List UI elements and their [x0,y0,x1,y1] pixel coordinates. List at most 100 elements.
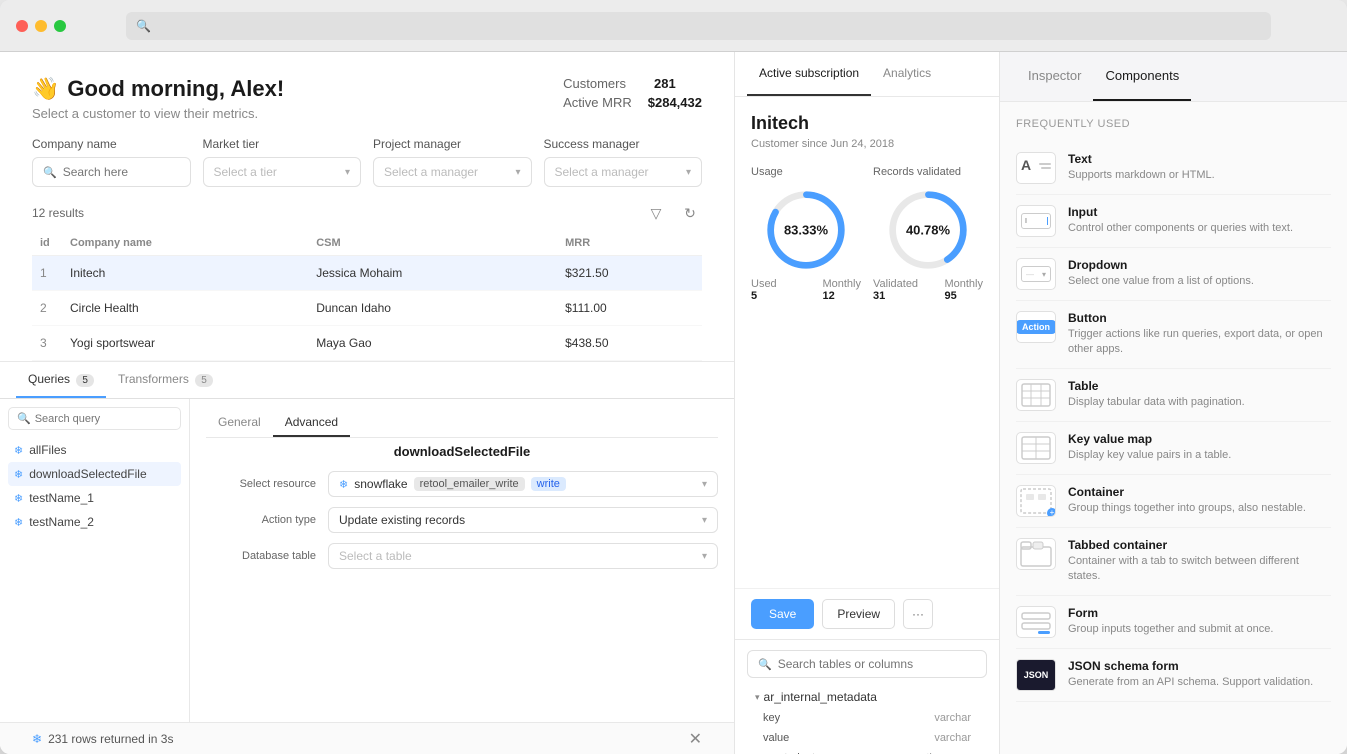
component-item-json[interactable]: JSON JSON schema form Generate from an A… [1016,649,1331,702]
table-row[interactable]: 2 Circle Health Duncan Idaho $111.00 [32,291,702,326]
data-results-header: ❄ 231 rows returned in 3s ✕ [0,723,734,754]
usage-donut: 83.33% [766,190,846,270]
tab-advanced[interactable]: Advanced [273,409,350,437]
editor-tabs: General Advanced [206,409,718,438]
titlebar-search-bar[interactable]: 🔍 [126,12,1271,40]
cell-mrr: $438.50 [557,326,702,361]
stats-block: Customers 281 Active MRR $284,432 [563,76,702,110]
component-item-container[interactable]: + Container Group things together into g… [1016,475,1331,528]
component-desc: Supports markdown or HTML. [1068,168,1331,183]
snowflake-icon: ❄ [14,492,23,505]
monthly-value: 95 [944,290,983,302]
cell-csm: Jessica Mohaim [308,256,557,291]
tabbed-component-info: Tabbed container Container with a tab to… [1068,538,1331,585]
component-name: Text [1068,152,1331,166]
component-desc: Container with a tab to switch between d… [1068,554,1331,585]
company-since: Customer since Jun 24, 2018 [751,138,983,150]
right-halves: Active subscription Analytics Initech Cu… [735,52,1347,754]
tab-inspector[interactable]: Inspector [1016,52,1093,101]
project-manager-select[interactable]: Select a manager ▾ [373,157,532,187]
resource-label: Select resource [206,478,316,490]
query-search-input[interactable] [35,413,172,425]
keyvalue-component-info: Key value map Display key value pairs in… [1068,432,1331,463]
component-item-dropdown[interactable]: — ▾ Dropdown Select one value from a lis… [1016,248,1331,301]
col-type: varchar [934,712,971,724]
component-item-input[interactable]: I Input Control other components or quer… [1016,195,1331,248]
action-type-dropdown[interactable]: Update existing records ▾ [328,507,718,533]
success-manager-select[interactable]: Select a manager ▾ [544,157,703,187]
tab-analytics[interactable]: Analytics [871,52,943,96]
db-col-value: value varchar [747,728,987,748]
component-item-tabbed[interactable]: Tabbed container Container with a tab to… [1016,528,1331,596]
query-list: 🔍 ❄ allFiles ❄ downloadSelectedFile [0,399,190,722]
component-name: Container [1068,485,1331,499]
input-component-icon: I [1016,205,1056,237]
used-label: Used [751,278,777,290]
snowflake-icon: ❄ [339,478,348,491]
detail-actions: Save Preview ··· [735,588,999,639]
save-button[interactable]: Save [751,599,814,629]
resource-name: snowflake [354,477,407,491]
component-name: JSON schema form [1068,659,1331,673]
company-name-filter: Company name 🔍 [32,137,191,187]
market-tier-select[interactable]: Select a tier ▾ [203,157,362,187]
tab-active-subscription[interactable]: Active subscription [747,52,871,96]
company-name-input[interactable] [63,165,180,179]
query-item-allfiles[interactable]: ❄ allFiles [8,438,181,462]
table-row[interactable]: 1 Initech Jessica Mohaim $321.50 [32,256,702,291]
cell-csm: Maya Gao [308,326,557,361]
tab-general[interactable]: General [206,409,273,437]
transformers-label: Transformers [118,372,189,386]
tab-transformers[interactable]: Transformers 5 [106,362,225,398]
project-manager-placeholder: Select a manager [384,165,478,179]
market-tier-filter: Market tier Select a tier ▾ [203,137,362,187]
greeting-emoji: 👋 [32,76,59,102]
text-component-icon: A [1016,152,1056,184]
close-dot[interactable] [16,20,28,32]
component-desc: Display tabular data with pagination. [1068,395,1331,410]
component-item-button[interactable]: Action Button Trigger actions like run q… [1016,301,1331,369]
component-desc: Control other components or queries with… [1068,221,1331,236]
text-component-info: Text Supports markdown or HTML. [1068,152,1331,183]
component-item-table[interactable]: Table Display tabular data with paginati… [1016,369,1331,422]
tab-components[interactable]: Components [1093,52,1191,101]
db-table-header[interactable]: ▾ ar_internal_metadata [747,686,987,708]
tab-queries[interactable]: Queries 5 [16,362,106,398]
query-search[interactable]: 🔍 [8,407,181,430]
validated-label: Validated [873,278,918,290]
db-tables-section: 🔍 ▾ ar_internal_metadata key varchar [735,639,999,754]
minimize-dot[interactable] [35,20,47,32]
company-name-input-wrap[interactable]: 🔍 [32,157,191,187]
component-desc: Generate from an API schema. Support val… [1068,675,1331,690]
dropdown-component-info: Dropdown Select one value from a list of… [1068,258,1331,289]
filter-icon[interactable]: ▽ [644,201,668,225]
window-controls [16,20,66,32]
market-tier-placeholder: Select a tier [214,165,277,179]
component-name: Button [1068,311,1331,325]
refresh-icon[interactable]: ↻ [678,201,702,225]
db-search[interactable]: 🔍 [747,650,987,678]
queries-label: Queries [28,372,70,386]
market-tier-label: Market tier [203,137,362,151]
database-table-label: Database table [206,550,316,562]
preview-button[interactable]: Preview [822,599,895,629]
titlebar: 🔍 [0,0,1347,52]
query-area: 🔍 ❄ allFiles ❄ downloadSelectedFile [0,399,734,722]
component-item-keyvalue[interactable]: Key value map Display key value pairs in… [1016,422,1331,475]
more-button[interactable]: ··· [903,599,933,629]
component-item-text[interactable]: A Text Supports markdown or HTML. [1016,142,1331,195]
cell-id: 3 [32,326,62,361]
component-item-form[interactable]: Form Group inputs together and submit at… [1016,596,1331,649]
query-item-testname1[interactable]: ❄ testName_1 [8,486,181,510]
query-item-testname2[interactable]: ❄ testName_2 [8,510,181,534]
db-search-input[interactable] [778,657,976,671]
company-name: Initech [751,113,983,134]
snowflake-icon: ❄ [14,444,23,457]
caret-down-icon: ▾ [755,692,760,703]
table-row[interactable]: 3 Yogi sportswear Maya Gao $438.50 [32,326,702,361]
database-table-dropdown[interactable]: Select a table ▾ [328,543,718,569]
maximize-dot[interactable] [54,20,66,32]
query-item-downloadselectedfile[interactable]: ❄ downloadSelectedFile [8,462,181,486]
resource-select[interactable]: ❄ snowflake retool_emailer_write write ▾ [328,471,718,497]
close-icon[interactable]: ✕ [689,729,702,749]
